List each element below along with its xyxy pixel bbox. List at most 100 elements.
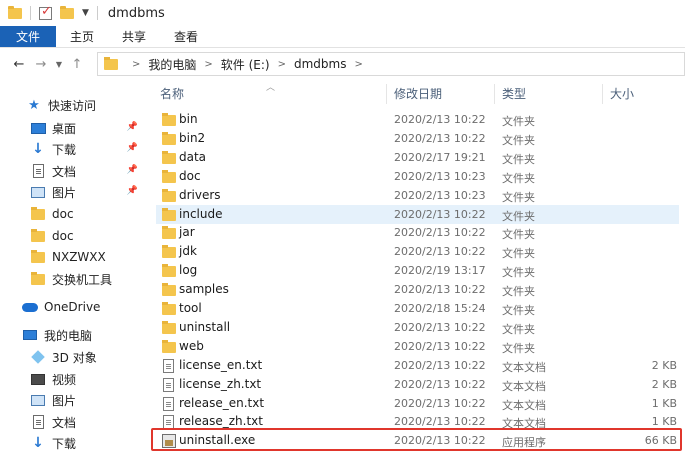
sidebar-item-pictures[interactable]: 图片 📌: [0, 181, 148, 203]
chevron-right-icon[interactable]: >: [132, 59, 140, 70]
cloud-icon: [22, 302, 38, 312]
file-date: 2020/2/13 10:23: [394, 169, 486, 183]
file-row[interactable]: bin 2020/2/13 10:22 文件夹: [156, 110, 679, 129]
file-name: samples: [179, 282, 229, 297]
sidebar-item-quick-access[interactable]: ★ 快速访问: [0, 94, 148, 116]
sidebar-item-this-pc[interactable]: 我的电脑: [0, 324, 148, 346]
chevron-right-icon[interactable]: >: [204, 59, 212, 70]
column-divider[interactable]: [494, 84, 495, 104]
star-icon: ★: [28, 97, 40, 113]
customize-toolbar-icon[interactable]: ▼: [82, 8, 89, 18]
new-folder-icon[interactable]: [60, 5, 74, 19]
sidebar-item-label: doc: [52, 229, 74, 243]
file-name: license_zh.txt: [179, 376, 262, 391]
file-row[interactable]: bin2 2020/2/13 10:22 文件夹: [156, 129, 679, 148]
folder-icon: [31, 228, 45, 242]
forward-button[interactable]: →: [30, 57, 52, 72]
sidebar-item-label: 下载: [52, 436, 77, 451]
3d-objects-icon: [31, 350, 45, 364]
file-row[interactable]: data 2020/2/17 19:21 文件夹: [156, 148, 679, 167]
folder-icon: [162, 207, 176, 221]
sidebar-item-recent[interactable]: doc: [0, 203, 148, 225]
video-icon: [31, 373, 45, 385]
file-row[interactable]: release_zh.txt 2020/2/13 10:22 文本文档 1 KB: [156, 412, 679, 431]
file-date: 2020/2/17 19:21: [394, 150, 486, 164]
sidebar-item-desktop[interactable]: 桌面 📌: [0, 117, 148, 139]
file-type: 文件夹: [502, 171, 535, 185]
file-row[interactable]: tool 2020/2/18 15:24 文件夹: [156, 299, 679, 318]
address-bar[interactable]: > 我的电脑 > 软件 (E:) > dmdbms >: [97, 52, 685, 76]
column-header-date[interactable]: 修改日期: [394, 80, 494, 106]
document-icon: [32, 415, 44, 429]
file-date: 2020/2/13 10:22: [394, 339, 486, 353]
text-file-icon: [163, 415, 174, 430]
pin-icon[interactable]: 📌: [127, 165, 138, 175]
chevron-right-icon[interactable]: >: [354, 59, 362, 70]
sidebar-item-pictures[interactable]: 图片: [0, 389, 148, 411]
sidebar-item-recent[interactable]: doc: [0, 225, 148, 247]
divider: [96, 6, 98, 20]
file-list: bin 2020/2/13 10:22 文件夹 bin2 2020/2/13 10:22…: [148, 110, 685, 451]
sidebar-item-recent[interactable]: 交换机工具: [0, 268, 148, 290]
sidebar-item-3d-objects[interactable]: 3D 对象: [0, 346, 148, 368]
recent-locations-icon[interactable]: ▼: [52, 60, 66, 69]
file-size: 1 KB: [651, 415, 677, 429]
file-row[interactable]: license_zh.txt 2020/2/13 10:22 文本文档 2 KB: [156, 375, 679, 394]
file-row[interactable]: jar 2020/2/13 10:22 文件夹: [156, 223, 679, 242]
sidebar-item-label: NXZWXX: [52, 250, 106, 264]
file-row[interactable]: doc 2020/2/13 10:23 文件夹: [156, 167, 679, 186]
file-row[interactable]: drivers 2020/2/13 10:23 文件夹: [156, 186, 679, 205]
pin-icon[interactable]: 📌: [127, 122, 138, 132]
properties-icon[interactable]: [39, 4, 52, 20]
file-name: uninstall.exe: [179, 433, 256, 448]
ribbon: 文件 主页 共享 查看: [0, 26, 685, 48]
computer-icon: [23, 330, 37, 340]
file-row[interactable]: samples 2020/2/13 10:22 文件夹: [156, 280, 679, 299]
breadcrumb-dmdbms[interactable]: dmdbms: [294, 57, 346, 71]
column-divider[interactable]: [602, 84, 603, 104]
pin-icon[interactable]: 📌: [127, 186, 138, 196]
file-type: 文件夹: [502, 115, 535, 128]
column-divider[interactable]: [386, 84, 387, 104]
tab-share[interactable]: 共享: [108, 26, 160, 47]
sidebar-item-documents[interactable]: 文档 📌: [0, 160, 148, 182]
column-header-name[interactable]: 名称: [160, 80, 386, 106]
column-header-size[interactable]: 大小: [610, 80, 680, 106]
file-row[interactable]: uninstall 2020/2/13 10:22 文件夹: [156, 318, 679, 337]
download-icon: ↓: [32, 141, 44, 157]
chevron-right-icon[interactable]: >: [278, 59, 286, 70]
column-header-type[interactable]: 类型: [502, 80, 602, 106]
file-row[interactable]: release_en.txt 2020/2/13 10:22 文本文档 1 KB: [156, 394, 679, 413]
file-row[interactable]: include 2020/2/13 10:22 文件夹: [156, 204, 679, 224]
column-headers: ︿ 名称 修改日期 类型 大小: [148, 80, 685, 106]
file-name: release_en.txt: [179, 395, 265, 410]
tab-view[interactable]: 查看: [160, 26, 212, 47]
sidebar-item-onedrive[interactable]: OneDrive: [0, 296, 148, 318]
file-type: 应用程序: [502, 436, 546, 450]
folder-icon: [162, 131, 176, 145]
file-name: web: [179, 338, 204, 353]
tab-home[interactable]: 主页: [56, 26, 108, 47]
back-button[interactable]: ←: [8, 57, 30, 72]
folder-icon: [162, 188, 176, 202]
file-row[interactable]: jdk 2020/2/13 10:22 文件夹: [156, 242, 679, 261]
sidebar-item-label: 我的电脑: [44, 328, 93, 343]
sidebar-item-videos[interactable]: 视频: [0, 368, 148, 390]
sidebar-item-downloads[interactable]: ↓ 下载: [0, 432, 148, 451]
up-button[interactable]: ↑: [66, 57, 88, 72]
sidebar-item-downloads[interactable]: ↓ 下载 📌: [0, 138, 148, 160]
desktop-icon: [30, 122, 46, 134]
text-file-icon: [163, 358, 174, 373]
file-row[interactable]: log 2020/2/19 13:17 文件夹: [156, 261, 679, 280]
divider: [30, 6, 31, 20]
pin-icon[interactable]: 📌: [127, 143, 138, 153]
sidebar-item-recent[interactable]: NXZWXX: [0, 246, 148, 268]
sidebar-item-label: 3D 对象: [52, 350, 97, 365]
file-row[interactable]: web 2020/2/13 10:22 文件夹: [156, 337, 679, 356]
breadcrumb-this-pc[interactable]: 我的电脑: [148, 56, 196, 73]
sidebar-item-documents[interactable]: 文档: [0, 411, 148, 433]
file-row[interactable]: uninstall.exe 2020/2/13 10:22 应用程序 66 KB: [156, 431, 679, 450]
file-row[interactable]: license_en.txt 2020/2/13 10:22 文本文档 2 KB: [156, 356, 679, 375]
breadcrumb-drive[interactable]: 软件 (E:): [221, 56, 270, 73]
tab-file[interactable]: 文件: [0, 26, 56, 47]
